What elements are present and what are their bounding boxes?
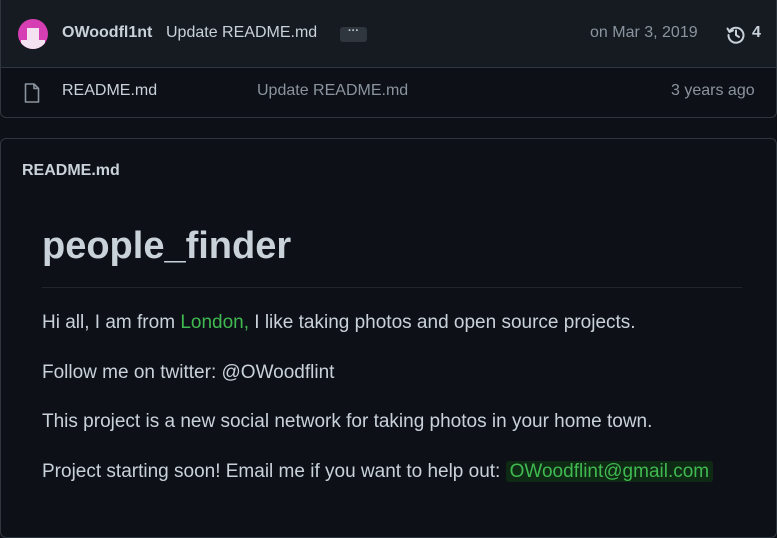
file-row[interactable]: README.md Update README.md 3 years ago <box>1 68 776 117</box>
email-text: OWoodflint@gmail.com <box>505 461 714 482</box>
text: Project starting soon! Email me if you w… <box>42 461 506 482</box>
heading-divider <box>42 287 742 288</box>
file-icon <box>24 83 40 103</box>
commit-header: OWoodfl1nt Update README.md ··· on Mar 3… <box>1 0 776 68</box>
readme-title[interactable]: README.md <box>22 162 120 180</box>
history-count[interactable]: 4 <box>752 24 761 42</box>
readme-paragraph: Hi all, I am from London, I like taking … <box>42 312 636 334</box>
commit-date: on Mar 3, 2019 <box>590 24 698 41</box>
readme-paragraph: Project starting soon! Email me if you w… <box>42 461 714 483</box>
avatar[interactable] <box>18 19 48 49</box>
highlighted-text: London, <box>180 312 249 333</box>
readme-heading: people_finder <box>42 225 292 267</box>
commit-message-link[interactable]: Update README.md <box>166 24 317 42</box>
file-name-link[interactable]: README.md <box>62 82 157 100</box>
identicon-block <box>27 28 39 40</box>
commit-box: OWoodfl1nt Update README.md ··· on Mar 3… <box>0 0 777 118</box>
readme-paragraph: Follow me on twitter: @OWoodflint <box>42 362 335 383</box>
history-icon[interactable] <box>726 25 746 45</box>
text: I like taking photos and open source pro… <box>249 312 636 333</box>
file-last-commit-link[interactable]: Update README.md <box>257 82 408 100</box>
readme-box: README.md people_finder Hi all, I am fro… <box>0 138 777 538</box>
readme-paragraph: This project is a new social network for… <box>42 411 653 432</box>
identicon-block <box>21 40 45 49</box>
expand-commit-button[interactable]: ··· <box>340 26 367 42</box>
commit-author-link[interactable]: OWoodfl1nt <box>62 24 152 42</box>
file-age: 3 years ago <box>671 82 755 99</box>
text: Hi all, I am from <box>42 312 181 333</box>
